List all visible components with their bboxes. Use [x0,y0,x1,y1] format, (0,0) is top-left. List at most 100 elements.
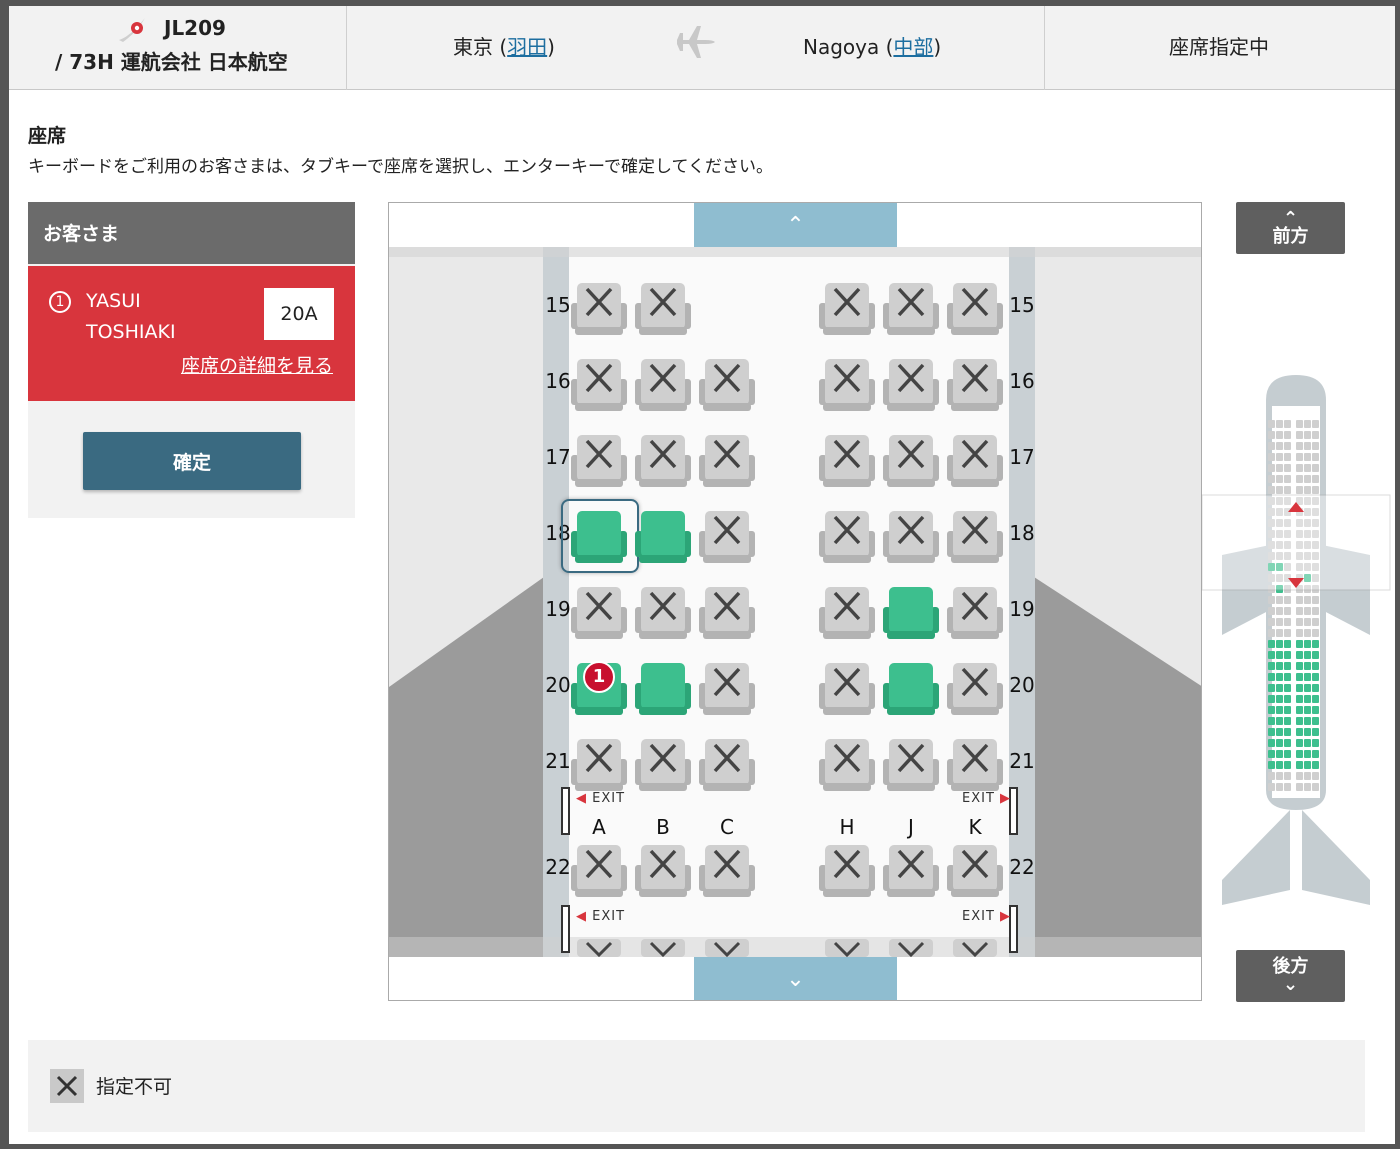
origin: 東京 (羽田) [453,35,555,59]
seat-17A [569,431,629,491]
seat-22C [697,841,757,901]
seat-16K [945,355,1005,415]
seat-15A [569,279,629,339]
seat-17K [945,431,1005,491]
column-label: B [656,815,670,839]
passenger-seat-box: 20A [264,288,334,340]
airplane-icon [677,26,715,58]
seat-partial [945,937,1005,997]
section-description: キーボードをご利用のお客さまは、タブキーで座席を選択し、エンターキーで確定してく… [28,157,773,177]
seat-16H [817,355,877,415]
column-label: H [839,815,855,839]
exit-label-left: ◀ EXIT [576,909,626,924]
seat-20H [817,659,877,719]
seat-21H [817,735,877,795]
scroll-up-button[interactable]: ⌃ [694,203,897,247]
passenger-panel-heading: お客さま [28,202,355,264]
aircraft-minimap[interactable] [1200,370,1392,910]
section-title: 座席 [28,125,67,147]
row-label: 16 [1009,369,1035,393]
row-label: 22 [1009,855,1035,879]
column-label: C [720,815,734,839]
flight-info: JL209 / 73H 運航会社 日本航空 [9,6,347,90]
row-label: 17 [1009,445,1035,469]
seat-22B [633,841,693,901]
booking-status: 座席指定中 [1045,6,1395,90]
column-label: A [592,815,606,839]
passenger-name-line1: YASUI [86,290,141,312]
seat-22K [945,841,1005,901]
legend-unavailable-label: 指定不可 [96,1076,173,1098]
seat-19C [697,583,757,643]
seat-18B[interactable] [633,507,693,567]
seat-18K [945,507,1005,567]
chevron-down-icon: ⌄ [1282,974,1299,995]
seat-map: ⌃ 15 15 16 16 17 17 18 18 19 19 20 20 1 21 21 A B C H J K 22 2… [388,202,1202,1001]
exit-door-left [561,787,570,835]
seat-20J[interactable] [881,659,941,719]
destination: Nagoya (中部) [803,35,942,59]
seat-18A[interactable] [561,499,639,573]
seat-16B [633,355,693,415]
unavailable-seat-icon [50,1069,84,1103]
column-label: K [968,815,982,839]
seat-15K [945,279,1005,339]
seat-21A [569,735,629,795]
cabin-background [389,247,1201,957]
seat-22J [881,841,941,901]
seat-19K [945,583,1005,643]
seat-15H [817,279,877,339]
seat-16C [697,355,757,415]
selected-seat-marker: 1 [583,661,615,693]
exit-label-left: ◀ EXIT [576,791,626,806]
seat-22A [569,841,629,901]
status-text: 座席指定中 [1169,35,1269,59]
passenger-card[interactable]: 1 YASUI TOSHIAKI 20A 座席の詳細を見る [28,266,355,401]
seat-19J[interactable] [881,583,941,643]
destination-airport-link[interactable]: 中部 [893,35,933,59]
column-label: J [908,815,914,839]
exit-label-right: EXIT ▶ [962,909,1012,924]
back-button[interactable]: 後方 ⌄ [1236,950,1345,1002]
seat-17H [817,431,877,491]
legend: 指定不可 [28,1040,1365,1132]
chevron-down-icon: ⌄ [786,966,805,991]
seat-detail-link[interactable]: 座席の詳細を見る [181,351,333,378]
flight-header: JL209 / 73H 運航会社 日本航空 東京 (羽田) Nagoya (中部… [9,6,1395,90]
seat-focus-ring [561,499,639,573]
row-label: 19 [1009,597,1035,621]
seat-21K [945,735,1005,795]
cabin: 15 15 16 16 17 17 18 18 19 19 20 20 1 21 21 A B C H J K 22 22 ◀… [389,247,1201,958]
passenger-name-line2: TOSHIAKI [86,321,176,343]
seat-21C [697,735,757,795]
row-label: 21 [1009,749,1035,773]
route-info: 東京 (羽田) Nagoya (中部) [347,6,1045,90]
row-label: 15 [1009,293,1035,317]
exit-label-right: EXIT ▶ [962,791,1012,806]
seat-17J [881,431,941,491]
seat-18C [697,507,757,567]
seat-19A [569,583,629,643]
seat-19B [633,583,693,643]
seat-20A[interactable]: 1 [569,659,629,719]
seat-15J [881,279,941,339]
row-label: 20 [1009,673,1035,697]
confirm-button[interactable]: 確定 [83,432,301,490]
flight-number: JL209 [164,16,226,40]
seat-20C [697,659,757,719]
seat-20B[interactable] [633,659,693,719]
seat-18H [817,507,877,567]
row-label: 18 [1009,521,1035,545]
scroll-down-button[interactable]: ⌄ [694,957,897,1000]
seat-17C [697,431,757,491]
seat-15B [633,279,693,339]
seat-16J [881,355,941,415]
origin-airport-link[interactable]: 羽田 [507,35,547,59]
forward-button[interactable]: ⌃ 前方 [1236,202,1345,254]
passenger-number-badge: 1 [49,291,71,313]
seat-partial [569,937,629,997]
seat-17B [633,431,693,491]
chevron-up-icon: ⌃ [786,212,805,237]
seat-20K [945,659,1005,719]
seat-21B [633,735,693,795]
